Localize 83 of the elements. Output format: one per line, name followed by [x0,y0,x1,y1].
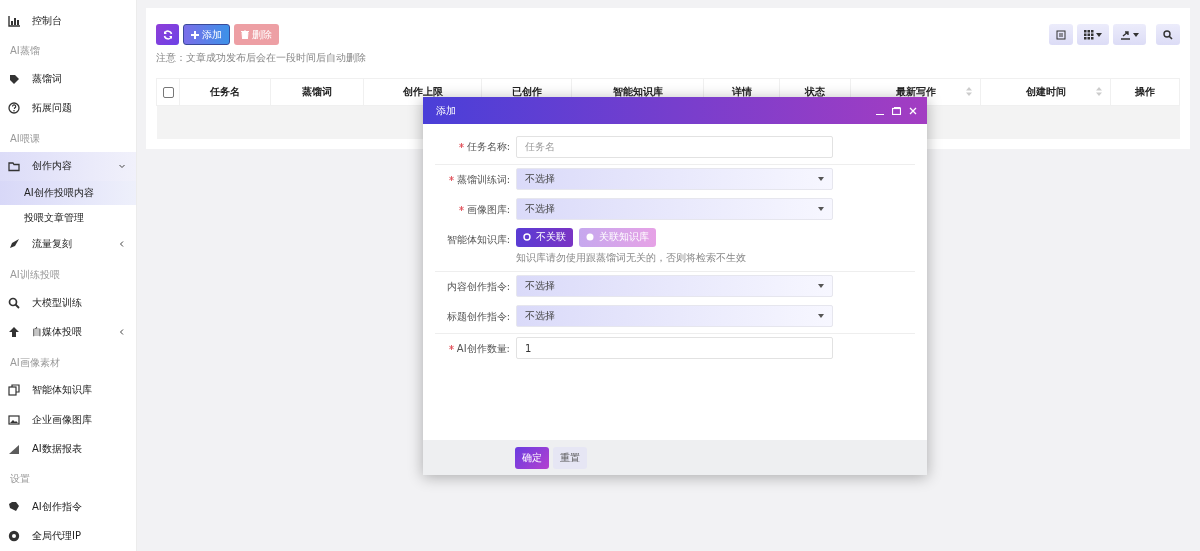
image-icon [8,413,20,426]
field-label: 标题创作指令: [445,309,510,324]
column-header: 操作 [1110,78,1180,106]
add-button[interactable]: 添加 [183,24,230,45]
field-label: 画像图库: [435,197,510,217]
section-header: AI喂课 [9,131,41,146]
required-icon [458,143,464,148]
field-label: AI创作数量: [435,336,510,356]
caret-icon [818,176,824,181]
radio-option[interactable]: 不关联 [516,227,573,247]
section-header: 设置 [9,472,31,487]
hint-text: 知识库请勿使用跟蒸馏词无关的，否则将检索不生效 [516,250,747,265]
folder-icon [8,160,20,173]
column-header: 蒸馏词 [270,78,364,106]
required-icon [448,175,454,181]
section-header: AI蒸馏 [9,44,41,59]
export-icon [1120,29,1131,40]
caret-icon [1133,32,1139,37]
select-field[interactable]: 不选择 [516,274,833,297]
chart-icon [8,14,20,27]
section-header: AI画像素材 [9,355,61,370]
sort-icon [966,87,972,96]
input-field[interactable]: 1 [516,337,833,359]
sidebar-item[interactable]: 智能体知识库 [0,375,136,405]
select-all-checkbox[interactable] [162,86,174,98]
sidebar-item[interactable]: 拓展问题 [0,93,136,123]
close-icon[interactable] [909,106,917,115]
sidebar-item[interactable]: 全局代理IP [0,521,136,551]
sidebar-item[interactable]: AI创作指令 [0,492,136,522]
section-header: AI训练投喂 [9,268,61,283]
sort-icon [1096,87,1102,96]
export-button[interactable] [1113,24,1146,45]
field-label: 蒸馏训练词: [435,167,510,187]
caret-icon [1096,32,1102,37]
sidebar-item[interactable]: 蒸馏词 [0,64,136,94]
radio-on-icon [523,233,531,241]
search-icon [8,296,20,309]
caret-icon [118,162,126,171]
refresh-button[interactable] [156,24,179,45]
search-icon [1163,29,1173,40]
help-icon [8,102,20,115]
select-field[interactable]: 不选择 [516,304,833,327]
signal-icon [8,442,20,455]
sidebar-item[interactable]: AI数据报表 [0,434,136,464]
reset-button[interactable]: 重置 [553,446,587,469]
field-label: 智能体知识库: [445,232,510,247]
panel-icon [1056,29,1066,40]
sidebar-item[interactable]: 大模型训练 [0,288,136,318]
columns-button[interactable] [1077,24,1109,45]
sidebar-subitem[interactable]: AI创作投喂内容 [0,181,136,206]
sidebar-item[interactable]: 自媒体投喂 [0,317,136,347]
required-icon [448,344,454,350]
caret-icon [118,240,126,249]
input-field[interactable]: 任务名 [516,135,833,158]
plus-icon [191,30,199,39]
arrow-up-icon [8,326,20,338]
select-field[interactable]: 不选择 [516,197,833,220]
refresh-icon [162,29,173,40]
field-label: 内容创作指令: [445,279,510,294]
caret-icon [818,283,824,288]
sidebar-item[interactable]: 企业画像图库 [0,404,136,435]
grid-icon [1084,29,1094,40]
radio-off-icon [586,233,594,241]
trash-icon [241,30,249,39]
sidebar-item[interactable]: 控制台 [0,6,136,36]
notice-text: 注意：文章成功发布后会在一段时间后自动删除 [156,51,366,65]
toggle-button[interactable] [1049,24,1073,45]
maximize-icon[interactable] [892,106,901,115]
sidebar-item[interactable]: 创作内容 [0,151,136,182]
caret-icon [118,328,126,336]
column-header[interactable]: 创建时间 [980,78,1111,106]
required-icon [458,205,464,211]
copy-icon [8,384,20,397]
caret-icon [818,313,824,318]
confirm-button[interactable]: 确定 [515,446,549,469]
column-header: 任务名 [179,78,271,106]
sidebar-subitem[interactable]: 投喂文章管理 [0,205,136,230]
field-label: 任务名称: [435,135,510,154]
dialog-title: 添加 [436,103,456,118]
caret-icon [818,206,824,211]
search-button[interactable] [1156,24,1180,45]
select-field[interactable]: 不选择 [516,167,833,190]
sidebar-item[interactable]: 流量复刻 [0,229,136,260]
